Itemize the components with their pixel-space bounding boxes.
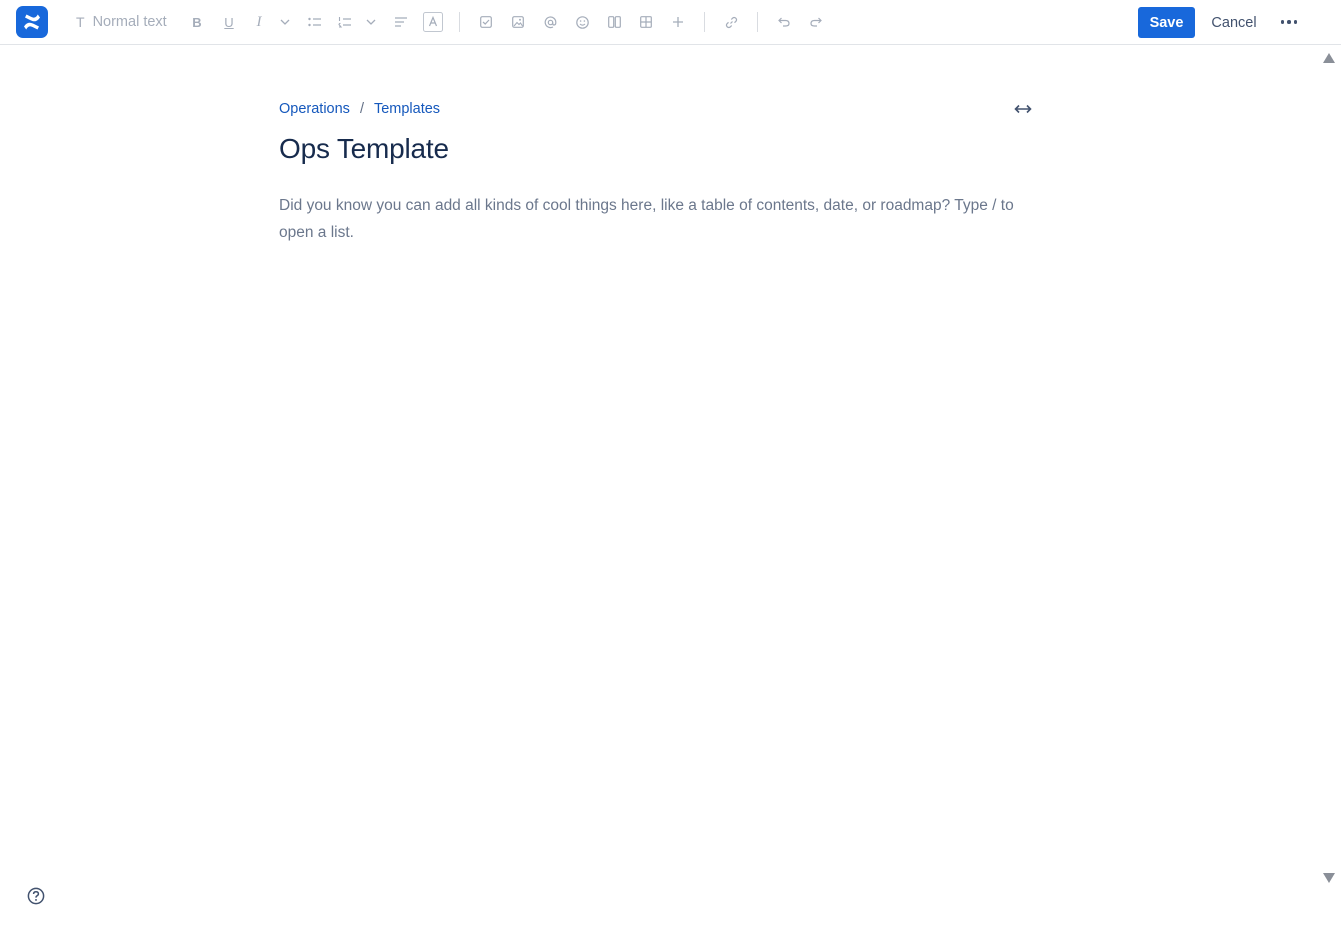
toolbar-divider	[459, 12, 460, 32]
more-icon[interactable]	[1274, 10, 1304, 34]
image-icon	[512, 16, 524, 28]
text-icon: T	[76, 14, 85, 30]
table-icon	[640, 16, 652, 28]
mention-icon	[544, 15, 556, 28]
toolbar-divider	[704, 12, 705, 32]
page-width-toggle[interactable]	[1012, 100, 1034, 118]
italic-icon: I	[256, 13, 262, 30]
underline-icon: U	[224, 14, 234, 30]
cancel-button[interactable]: Cancel	[1203, 7, 1265, 38]
redo-icon	[810, 17, 822, 27]
more-formatting-dropdown[interactable]	[277, 11, 293, 33]
bullet-list-button[interactable]	[306, 11, 324, 33]
scroll-up-arrow[interactable]	[1322, 51, 1336, 63]
numbered-list-icon	[338, 17, 351, 28]
bold-icon: B	[192, 14, 202, 30]
text-style-label: Normal text	[92, 14, 167, 30]
align-icon	[395, 17, 407, 27]
text-style-dropdown[interactable]: T Normal text	[76, 11, 176, 33]
insert-link-button[interactable]	[722, 11, 740, 33]
breadcrumb-item-operations[interactable]: Operations	[279, 101, 350, 117]
undo-button[interactable]	[775, 11, 793, 33]
breadcrumb-separator: /	[359, 101, 364, 117]
list-options-dropdown[interactable]	[363, 11, 379, 33]
numbered-list-button[interactable]	[336, 11, 354, 33]
plus-icon	[673, 17, 683, 27]
expand-width-icon	[1014, 104, 1032, 114]
emoji-icon	[575, 15, 589, 29]
alignment-button[interactable]	[392, 11, 410, 33]
scroll-down-arrow[interactable]	[1322, 871, 1336, 883]
action-item-button[interactable]	[477, 11, 495, 33]
bold-button[interactable]: B	[189, 11, 205, 33]
link-icon	[725, 16, 737, 28]
bullet-list-icon	[308, 17, 321, 27]
triangle-up-icon	[1323, 53, 1335, 63]
chevron-down-icon	[280, 19, 290, 25]
toolbar-divider	[757, 12, 758, 32]
help-icon	[27, 887, 45, 905]
insert-more-button[interactable]	[669, 11, 687, 33]
mention-button[interactable]	[541, 11, 559, 33]
layouts-button[interactable]	[605, 11, 623, 33]
underline-button[interactable]: U	[221, 11, 237, 33]
task-icon	[480, 16, 492, 28]
italic-button[interactable]: I	[251, 11, 267, 33]
text-color-icon	[423, 12, 443, 32]
confluence-logo-icon[interactable]	[16, 6, 48, 38]
breadcrumb-item-templates[interactable]: Templates	[374, 101, 440, 117]
text-color-button[interactable]	[423, 11, 443, 33]
insert-image-button[interactable]	[509, 11, 527, 33]
redo-button[interactable]	[807, 11, 825, 33]
save-button[interactable]: Save	[1138, 7, 1195, 38]
insert-table-button[interactable]	[637, 11, 655, 33]
page-title[interactable]: Ops Template	[279, 133, 449, 165]
layout-icon	[607, 16, 621, 28]
chevron-down-icon	[366, 19, 376, 25]
emoji-button[interactable]	[573, 11, 591, 33]
editor-toolbar: T Normal text B U I Save Cancel	[0, 0, 1341, 45]
help-button[interactable]	[26, 886, 46, 906]
breadcrumb: Operations / Templates	[279, 100, 440, 118]
editor-placeholder[interactable]: Did you know you can add all kinds of co…	[279, 192, 1039, 246]
triangle-down-icon	[1323, 873, 1335, 883]
undo-icon	[778, 17, 790, 27]
